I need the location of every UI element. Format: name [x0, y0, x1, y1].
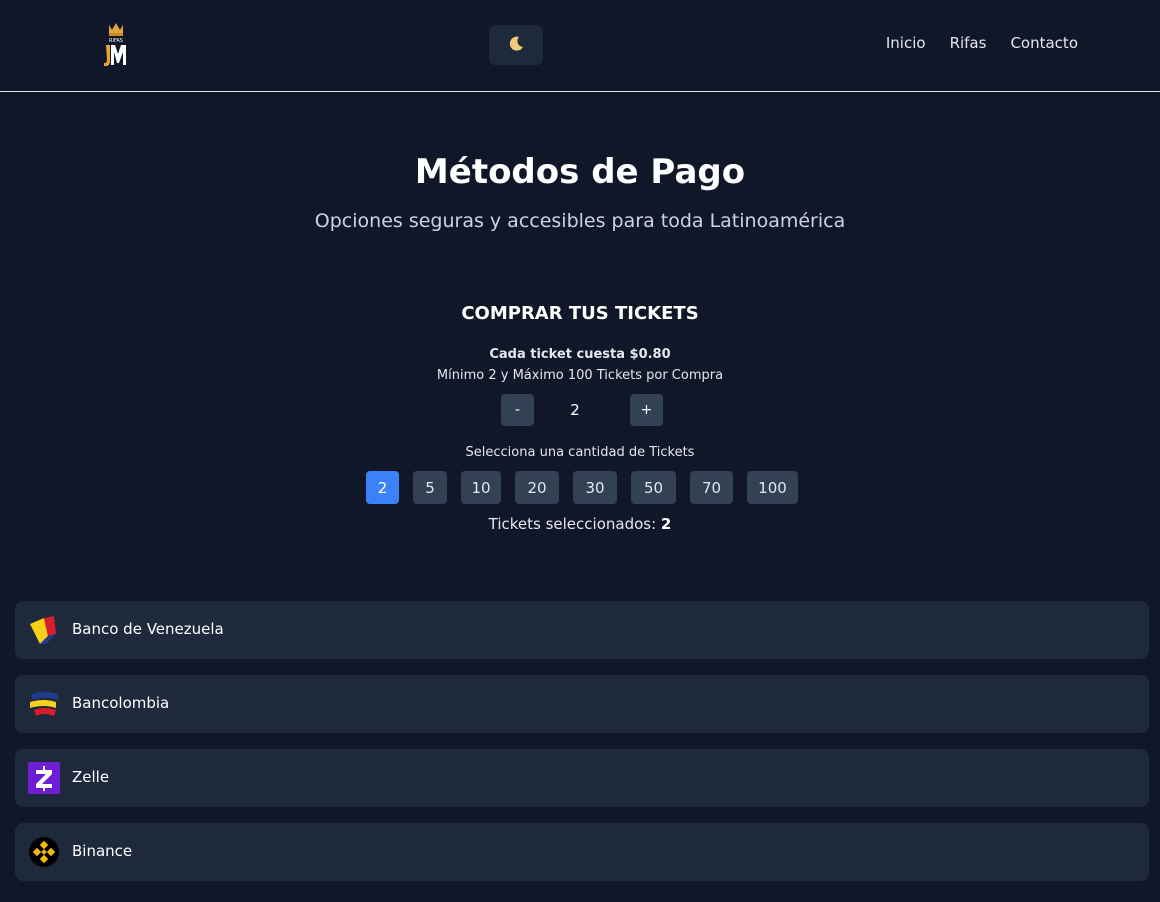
bancolombia-icon	[28, 688, 60, 720]
quantity-option-10[interactable]: 10	[461, 471, 501, 504]
select-quantity-label: Selecciona una cantidad de Tickets	[465, 445, 695, 460]
ticket-limits: Mínimo 2 y Máximo 100 Tickets por Compra	[436, 368, 724, 383]
main-nav: Inicio Rifas Contacto	[886, 34, 1078, 52]
quantity-option-20[interactable]: 20	[515, 471, 559, 504]
payment-method-banco-venezuela[interactable]: Banco de Venezuela	[15, 601, 1149, 659]
banco-venezuela-icon	[28, 614, 60, 646]
quantity-option-2[interactable]: 2	[366, 471, 399, 504]
increment-button[interactable]: +	[630, 394, 663, 426]
quantity-option-30[interactable]: 30	[573, 471, 617, 504]
buy-tickets-heading: COMPRAR TUS TICKETS	[461, 303, 699, 324]
theme-toggle-button[interactable]	[489, 25, 543, 65]
quantity-input[interactable]	[540, 394, 610, 426]
payment-method-label: Banco de Venezuela	[72, 620, 224, 638]
payment-method-zelle[interactable]: Zelle	[15, 749, 1149, 807]
decrement-button[interactable]: -	[501, 394, 534, 426]
ticket-price: Cada ticket cuesta $0.80	[489, 347, 671, 362]
page-title: Métodos de Pago	[414, 152, 746, 192]
site-header: RIFAS Inicio Rifas Contacto	[0, 0, 1160, 92]
svg-text:RIFAS: RIFAS	[109, 38, 123, 44]
quantity-option-70[interactable]: 70	[690, 471, 733, 504]
rifas-jm-logo[interactable]: RIFAS	[100, 21, 132, 71]
page-subtitle: Opciones seguras y accesibles para toda …	[314, 210, 846, 232]
payment-method-binance[interactable]: Binance	[15, 823, 1149, 881]
tickets-selected: Tickets seleccionados: 2	[0, 515, 1160, 533]
quantity-option-5[interactable]: 5	[413, 471, 447, 504]
nav-inicio[interactable]: Inicio	[886, 34, 926, 52]
payment-method-label: Zelle	[72, 768, 110, 786]
nav-rifas[interactable]: Rifas	[950, 34, 987, 52]
nav-contacto[interactable]: Contacto	[1010, 34, 1078, 52]
quantity-option-100[interactable]: 100	[747, 471, 798, 504]
tickets-selected-count: 2	[660, 515, 672, 533]
moon-icon	[507, 35, 525, 56]
payment-method-bancolombia[interactable]: Bancolombia	[15, 675, 1149, 733]
quantity-option-50[interactable]: 50	[631, 471, 676, 504]
tickets-selected-label: Tickets seleccionados:	[488, 515, 661, 533]
binance-icon	[28, 836, 60, 868]
payment-method-label: Binance	[72, 842, 133, 860]
payment-method-label: Bancolombia	[72, 694, 170, 712]
zelle-icon	[28, 762, 60, 794]
